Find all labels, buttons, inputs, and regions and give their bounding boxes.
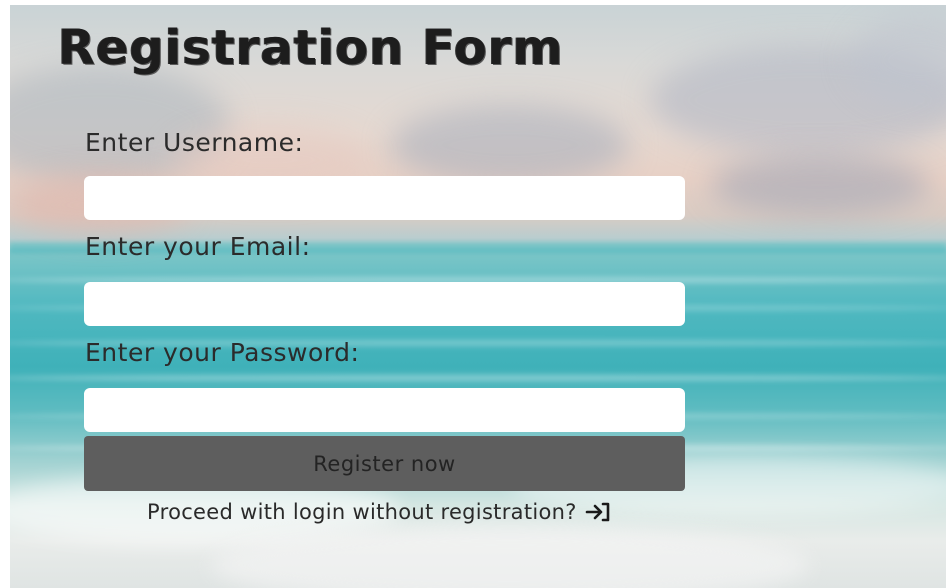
email-label: Enter your Email: [85, 232, 311, 261]
password-input[interactable] [84, 388, 685, 432]
username-input[interactable] [84, 176, 685, 220]
wave [10, 375, 946, 381]
password-label: Enter your Password: [85, 338, 360, 367]
login-without-registration-link[interactable]: Proceed with login without registration? [147, 500, 611, 524]
email-input[interactable] [84, 282, 685, 326]
login-arrow-icon [585, 501, 611, 523]
login-link-label: Proceed with login without registration? [147, 500, 577, 524]
register-button[interactable]: Register now [84, 436, 685, 491]
username-label: Enter Username: [85, 128, 304, 157]
cloud [710, 155, 930, 215]
cloud [390, 105, 630, 185]
form-title: Registration Form [58, 20, 564, 76]
